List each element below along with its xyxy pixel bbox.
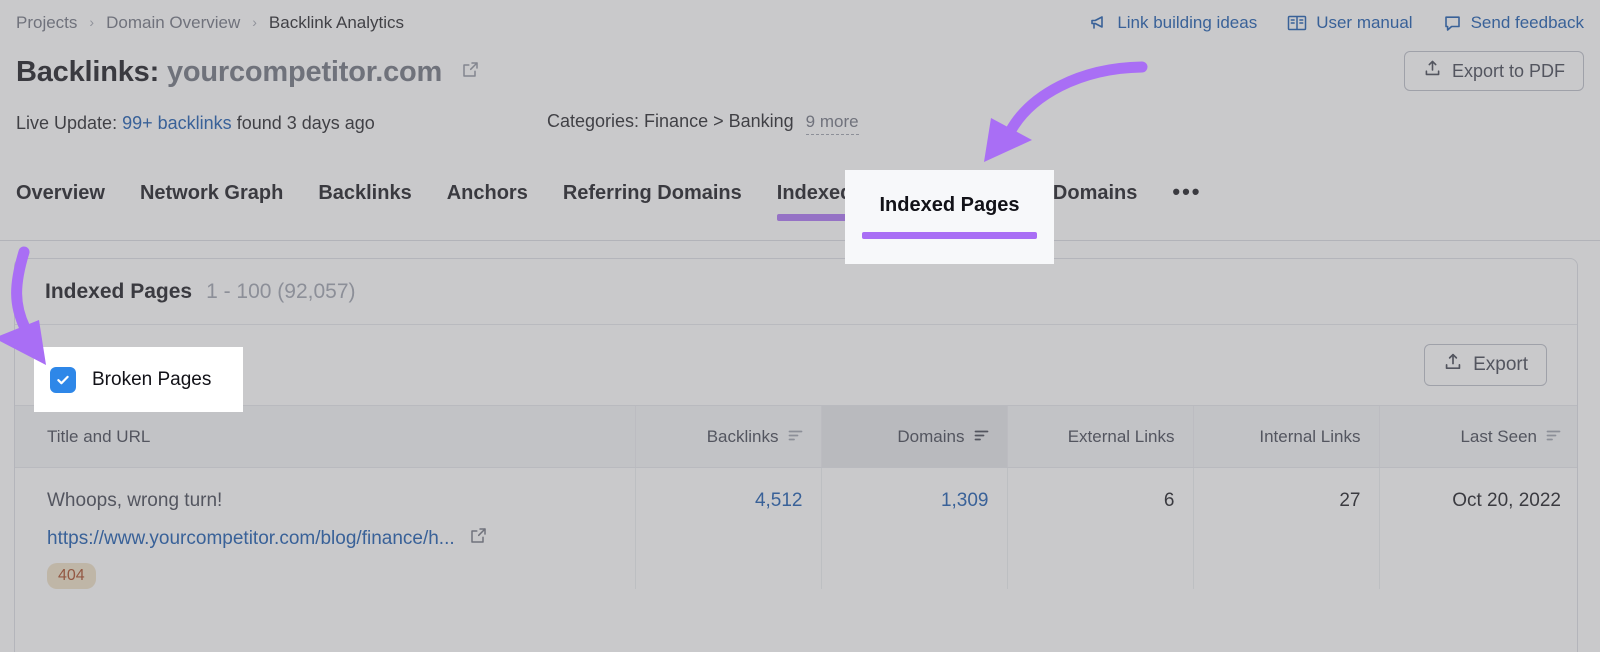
row-page-url[interactable]: https://www.yourcompetitor.com/blog/fina…	[47, 526, 617, 551]
book-icon	[1287, 14, 1307, 32]
cell-domains[interactable]: 1,309	[820, 467, 1007, 589]
upload-icon	[1443, 352, 1463, 378]
callout-tab-underline	[862, 232, 1037, 239]
page-title: Backlinks: yourcompetitor.com	[16, 54, 480, 89]
table-row[interactable]: Whoops, wrong turn! https://www.yourcomp…	[15, 467, 1577, 589]
table-header: Title and URL Backlinks Domains External…	[15, 405, 1577, 468]
indexed-pages-card: Indexed Pages 1 - 100 (92,057) Broken Pa…	[14, 258, 1578, 652]
categories-info: Categories: Finance > Banking 9 more	[547, 111, 859, 135]
link-building-ideas-link[interactable]: Link building ideas	[1089, 13, 1257, 33]
table-header-row: Title and URL Backlinks Domains External…	[15, 405, 1577, 468]
sort-icon-active[interactable]	[974, 427, 989, 447]
external-link-icon[interactable]	[469, 526, 488, 551]
cell-last-seen: Oct 20, 2022	[1378, 467, 1577, 589]
top-bar: Projects › Domain Overview › Backlink An…	[0, 0, 1600, 46]
megaphone-icon	[1089, 14, 1108, 33]
row-url-text: https://www.yourcompetitor.com/blog/fina…	[47, 527, 455, 549]
export-button[interactable]: Export	[1424, 344, 1547, 386]
user-manual-label: User manual	[1316, 13, 1413, 32]
column-label: External Links	[1067, 426, 1175, 446]
breadcrumb-item-backlink-analytics[interactable]: Backlink Analytics	[269, 13, 404, 33]
column-header-title-and-url[interactable]: Title and URL	[15, 405, 635, 468]
indexed-pages-table: Title and URL Backlinks Domains External…	[15, 405, 1577, 589]
card-header: Indexed Pages 1 - 100 (92,057)	[15, 259, 1577, 325]
header-links: Link building ideas User manual Send fee…	[1089, 13, 1584, 33]
cell-title-and-url: Whoops, wrong turn! https://www.yourcomp…	[15, 468, 635, 589]
column-label: Backlinks	[706, 426, 779, 446]
callout-checkbox-label: Broken Pages	[92, 368, 212, 390]
speech-bubble-icon	[1443, 14, 1462, 33]
checkbox-checked-icon[interactable]	[50, 366, 76, 393]
sort-icon[interactable]	[788, 427, 803, 447]
cell-external-links: 6	[1006, 467, 1193, 589]
column-header-domains[interactable]: Domains	[820, 405, 1007, 468]
highlight-callout-indexed-pages-tab[interactable]: Indexed Pages	[845, 170, 1054, 264]
categories-more-link[interactable]: 9 more	[805, 112, 859, 135]
card-toolbar: Broken Pages Export	[15, 325, 1577, 405]
cell-internal-links: 27	[1192, 467, 1379, 589]
card-title: Indexed Pages	[45, 279, 193, 303]
categories-label: Categories: Finance > Banking	[547, 111, 794, 131]
status-badge: 404	[47, 563, 96, 589]
sort-icon[interactable]	[1546, 427, 1561, 447]
title-row: Backlinks: yourcompetitor.com Export to …	[16, 48, 1584, 94]
live-update-suffix: found 3 days ago	[236, 112, 375, 133]
column-header-external-links[interactable]: External Links	[1006, 405, 1193, 468]
callout-tab-label: Indexed Pages	[879, 194, 1020, 216]
link-building-ideas-label: Link building ideas	[1117, 13, 1258, 32]
user-manual-link[interactable]: User manual	[1287, 13, 1413, 33]
send-feedback-link[interactable]: Send feedback	[1443, 13, 1584, 33]
tab-overview[interactable]: Overview	[16, 182, 105, 221]
table-body: Whoops, wrong turn! https://www.yourcomp…	[15, 467, 1577, 589]
tab-anchors[interactable]: Anchors	[447, 182, 528, 221]
cell-backlinks[interactable]: 4,512	[634, 467, 821, 589]
external-link-icon[interactable]	[461, 54, 480, 87]
live-update-info: Live Update: 99+ backlinks found 3 days …	[16, 113, 375, 134]
live-update-label: Live Update:	[16, 112, 118, 133]
column-label: Title and URL	[47, 426, 151, 446]
row-page-title: Whoops, wrong turn!	[47, 490, 223, 511]
page-title-prefix: Backlinks:	[16, 55, 160, 88]
highlight-callout-broken-pages-checkbox[interactable]: Broken Pages	[34, 347, 243, 412]
card-result-count: 1 - 100 (92,057)	[206, 279, 356, 303]
column-label: Internal Links	[1259, 426, 1361, 446]
tab-bar-divider	[0, 240, 1600, 241]
tab-backlinks[interactable]: Backlinks	[318, 182, 411, 221]
upload-icon	[1423, 59, 1442, 83]
live-update-backlinks-link[interactable]: 99+ backlinks	[122, 113, 232, 133]
application-page: Projects › Domain Overview › Backlink An…	[0, 0, 1600, 652]
breadcrumb: Projects › Domain Overview › Backlink An…	[16, 13, 404, 33]
tab-more-button[interactable]: •••	[1172, 181, 1201, 218]
breadcrumb-separator-icon: ›	[252, 14, 257, 30]
column-header-last-seen[interactable]: Last Seen	[1378, 405, 1577, 468]
page-title-domain: yourcompetitor.com	[166, 55, 443, 88]
column-label: Last Seen	[1460, 426, 1537, 446]
tab-network-graph[interactable]: Network Graph	[140, 182, 283, 221]
export-to-pdf-button[interactable]: Export to PDF	[1403, 51, 1584, 91]
breadcrumb-item-projects[interactable]: Projects	[16, 13, 77, 33]
column-header-backlinks[interactable]: Backlinks	[634, 405, 821, 468]
column-label: Domains	[897, 426, 965, 446]
send-feedback-label: Send feedback	[1470, 13, 1584, 32]
meta-row: Live Update: 99+ backlinks found 3 days …	[16, 108, 1584, 138]
breadcrumb-separator-icon: ›	[89, 14, 95, 30]
column-header-internal-links[interactable]: Internal Links	[1192, 405, 1379, 468]
tab-referring-domains[interactable]: Referring Domains	[563, 182, 742, 221]
export-to-pdf-label: Export to PDF	[1451, 60, 1565, 81]
export-label: Export	[1473, 354, 1528, 375]
tab-bar: Overview Network Graph Backlinks Anchors…	[16, 181, 1600, 238]
breadcrumb-item-domain-overview[interactable]: Domain Overview	[106, 13, 240, 33]
